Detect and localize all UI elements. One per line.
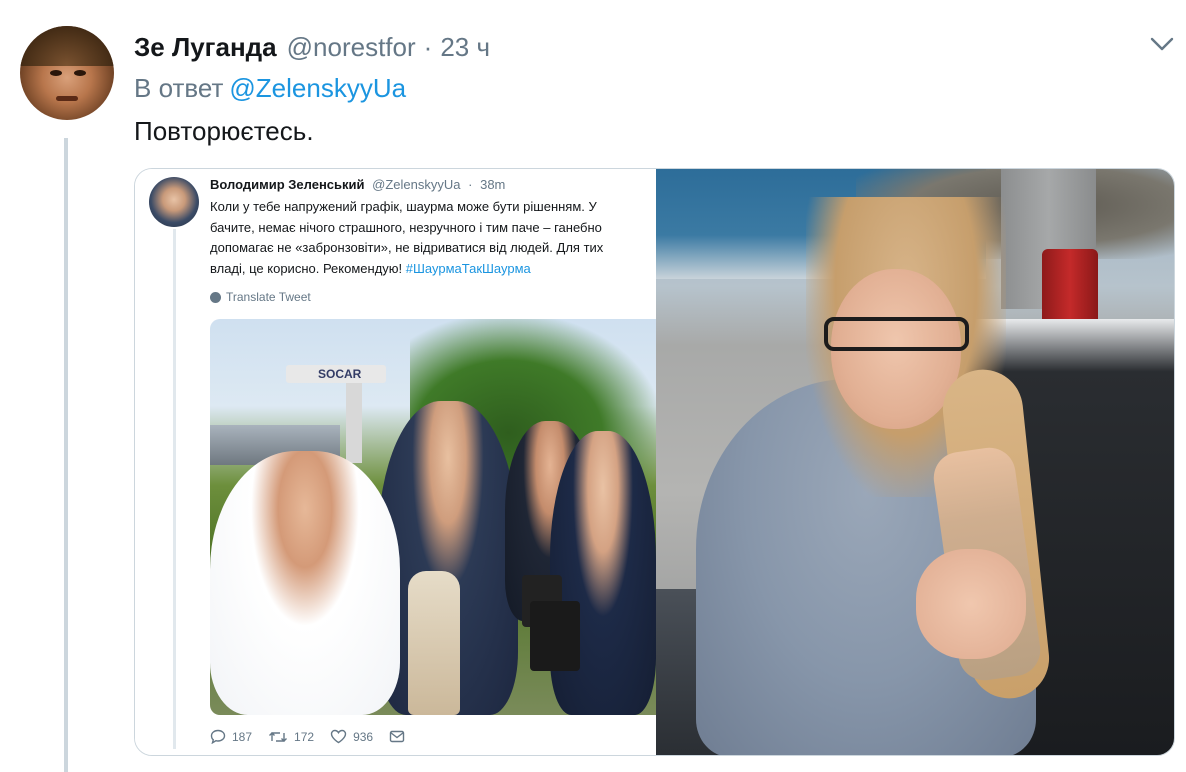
right-photo (656, 169, 1174, 755)
photo-fuel-can (1042, 249, 1098, 329)
tweet-timestamp[interactable]: 23 ч (440, 32, 490, 63)
tweet-header: Зе Луганда @norestfor · 23 ч (134, 31, 490, 63)
tweet-media[interactable]: Володимир Зеленський @ZelenskyyUa · 38m … (134, 168, 1175, 756)
reply-prefix: В ответ (134, 73, 224, 103)
embedded-body-line: Коли у тебе напружений графік, шаурма мо… (210, 199, 597, 214)
avatar-hair (20, 26, 114, 66)
embedded-dm (389, 730, 405, 743)
avatar-left-eye (50, 70, 62, 76)
embedded-body-line: бачите, немає нічого страшного, незручно… (210, 219, 602, 235)
thread-line (64, 138, 68, 772)
embedded-translate: Translate Tweet (210, 290, 311, 304)
embedded-tweet-screenshot[interactable]: Володимир Зеленський @ZelenskyyUa · 38m … (135, 169, 656, 755)
tweet-text: Повторюєтесь. (134, 116, 314, 146)
retweet-icon (269, 731, 288, 742)
embedded-separator: · (468, 177, 473, 192)
like-count: 936 (353, 729, 374, 744)
embedded-handle: @ZelenskyyUa (372, 177, 461, 192)
reply-mention-link[interactable]: @ZelenskyyUa (229, 73, 406, 103)
header-separator: · (423, 31, 433, 62)
embedded-body-line: допомагає не «забронзовіти», не відриват… (210, 240, 604, 255)
photo-person (210, 451, 400, 715)
photo-shawarma (408, 571, 460, 715)
photo-person (550, 431, 656, 715)
reply-icon (210, 729, 226, 744)
user-handle[interactable]: @norestfor (287, 32, 416, 63)
embedded-body-line: владі, це корисно. Рекомендую! (210, 260, 403, 276)
embedded-selfie-photo: SOCAR (210, 319, 656, 715)
chevron-down-icon[interactable] (1150, 36, 1174, 52)
photo-glasses (824, 317, 969, 351)
display-name[interactable]: Зе Луганда (134, 32, 277, 63)
embedded-body: Коли у тебе напружений графік, шаурма мо… (210, 197, 655, 281)
embedded-like: 936 (330, 729, 373, 744)
globe-icon (210, 291, 221, 303)
translate-label: Translate Tweet (226, 290, 311, 304)
embedded-reply: 187 (210, 729, 252, 744)
embedded-actions: 187 172 936 (210, 729, 405, 744)
retweet-count: 172 (294, 729, 315, 744)
embedded-hashtag: #ШаурмаТакШаурма (405, 260, 531, 276)
reply-context: В ответ @ZelenskyyUa (134, 73, 406, 104)
embedded-time: 38m (480, 177, 506, 192)
embedded-body-line-last: владі, це корисно. Рекомендую! #ШаурмаТа… (210, 259, 655, 280)
photo-coffee-cup (530, 601, 580, 671)
photo-sign-text: SOCAR (318, 367, 362, 381)
embedded-thread-line (173, 229, 176, 749)
embedded-retweet: 172 (268, 730, 314, 744)
embedded-avatar (149, 177, 199, 227)
heart-icon (330, 729, 347, 744)
mail-icon (389, 730, 405, 743)
avatar-right-eye (74, 70, 86, 76)
reply-count: 187 (232, 729, 253, 744)
embedded-header: Володимир Зеленський @ZelenskyyUa · 38m (210, 177, 505, 192)
user-avatar[interactable] (20, 26, 114, 120)
photo-hand (916, 549, 1026, 659)
photo-sign-pole (346, 383, 362, 463)
avatar-mouth (56, 96, 78, 101)
embedded-name: Володимир Зеленський (210, 177, 365, 192)
